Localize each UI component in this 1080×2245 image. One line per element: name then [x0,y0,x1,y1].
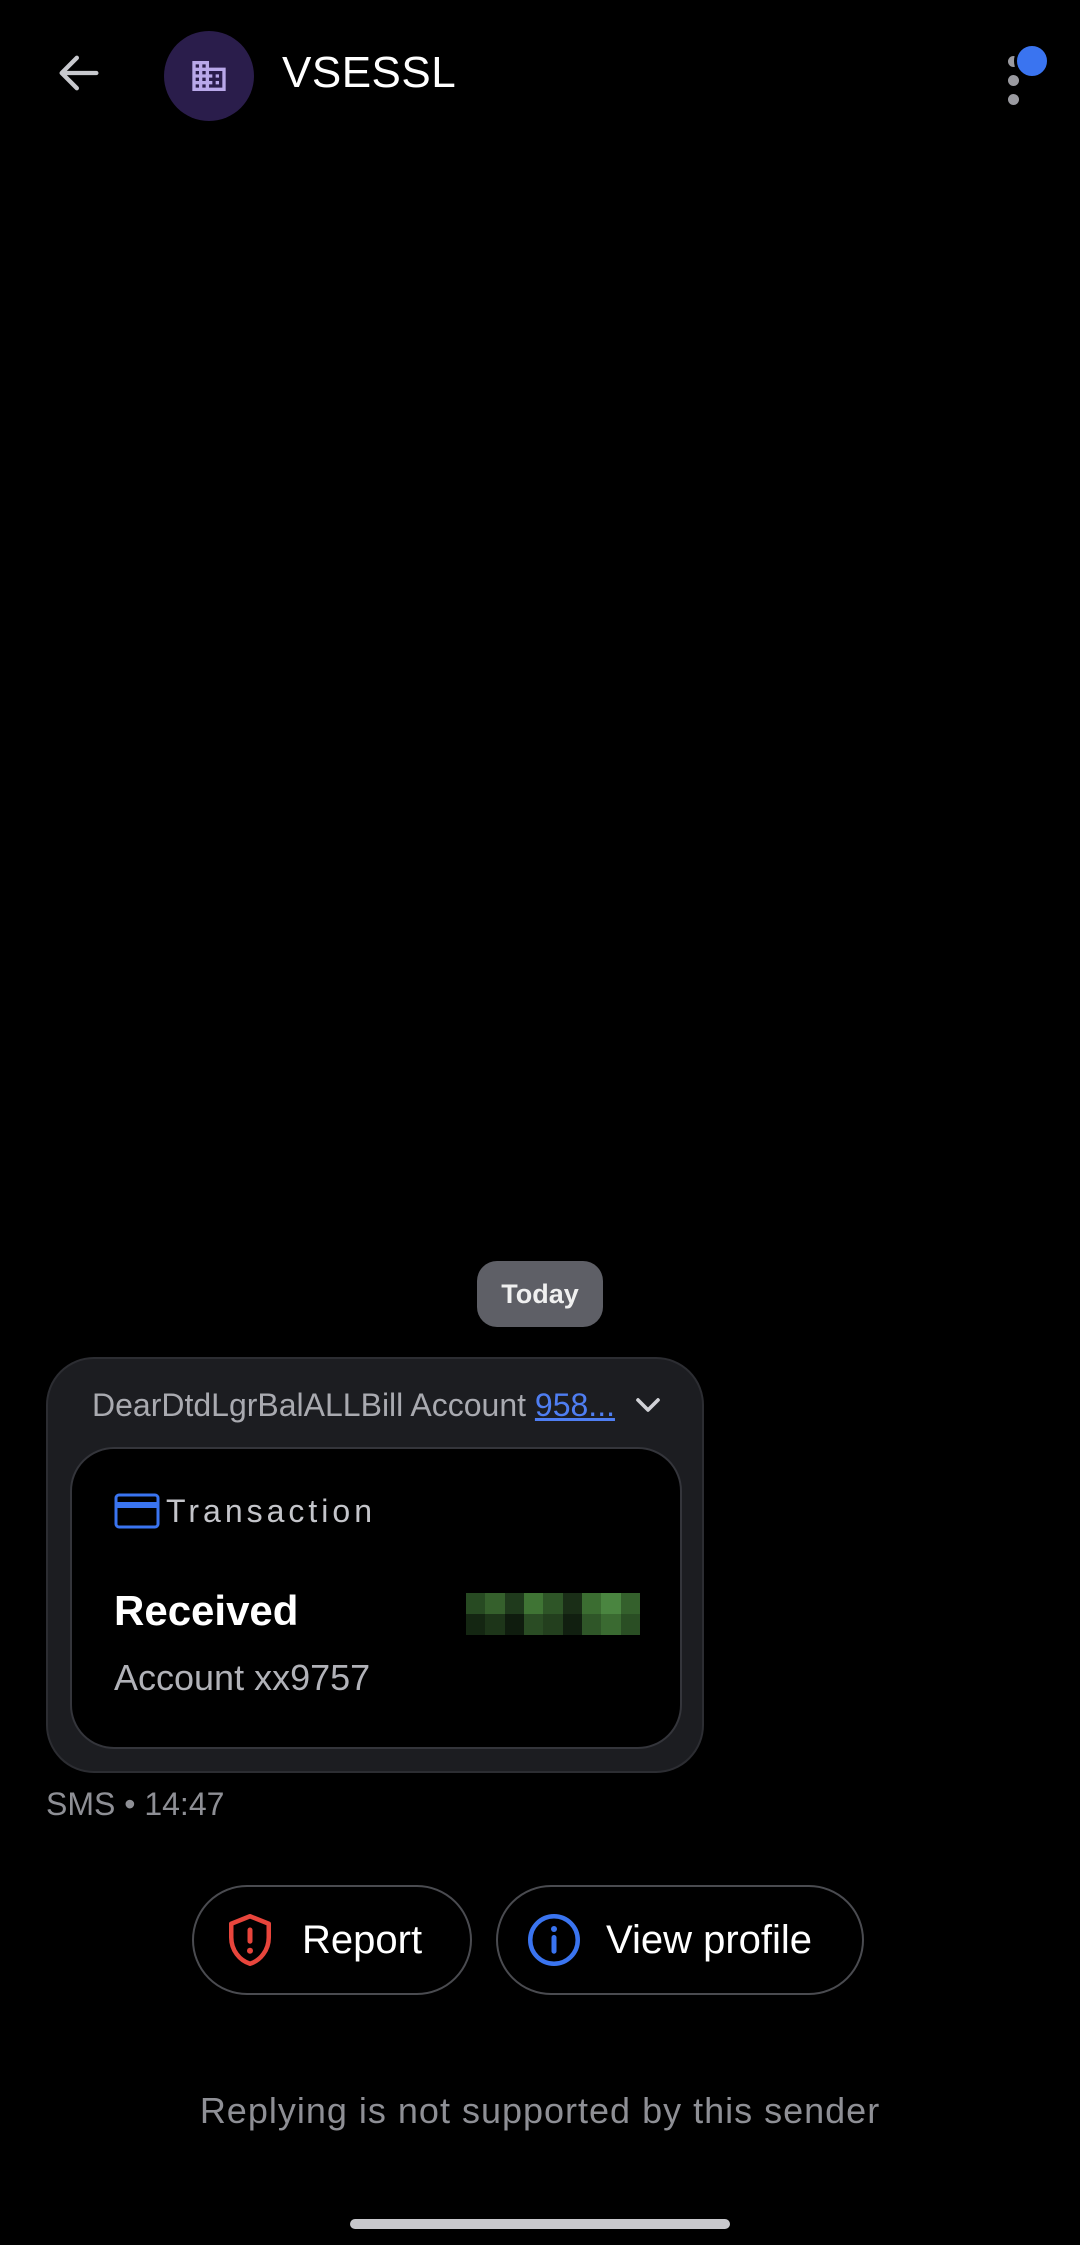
date-separator: Today [477,1261,603,1327]
snippet-text: DearDtdLgrBalALLBill Account [92,1387,535,1423]
transaction-status: Received [114,1587,299,1634]
home-indicator[interactable] [350,2219,730,2229]
account-number: Account xx9757 [114,1657,371,1698]
snippet-link[interactable]: 958... [535,1387,615,1423]
sender-avatar[interactable] [164,31,254,121]
chevron-down-icon [636,1398,660,1412]
sender-name: VSESSL [282,48,457,97]
shield-alert-icon [229,1914,271,1966]
message-meta: SMS • 14:47 [46,1786,225,1822]
redacted-amount [466,1593,640,1635]
info-icon [528,1914,580,1966]
reply-unsupported-note: Replying is not supported by this sender [199,2090,881,2131]
message-snippet: DearDtdLgrBalALLBill Account 958... [92,1387,615,1424]
report-label: Report [302,1917,423,1962]
view-profile-label: View profile [606,1917,813,1962]
transaction-card[interactable]: Transaction Received Account xx9757 [70,1447,682,1749]
credit-card-icon [114,1493,160,1529]
arrow-left-icon [59,55,99,91]
message-bubble[interactable]: DearDtdLgrBalALLBill Account 958... Tran… [46,1357,704,1773]
card-title: Transaction [166,1493,376,1529]
notification-dot [1014,43,1050,79]
expand-message-button[interactable] [628,1385,668,1425]
back-button[interactable] [44,38,114,108]
view-profile-button[interactable]: View profile [496,1885,864,1995]
building-icon [192,61,226,91]
more-options-button[interactable] [990,40,1050,110]
report-button[interactable]: Report [192,1885,472,1995]
